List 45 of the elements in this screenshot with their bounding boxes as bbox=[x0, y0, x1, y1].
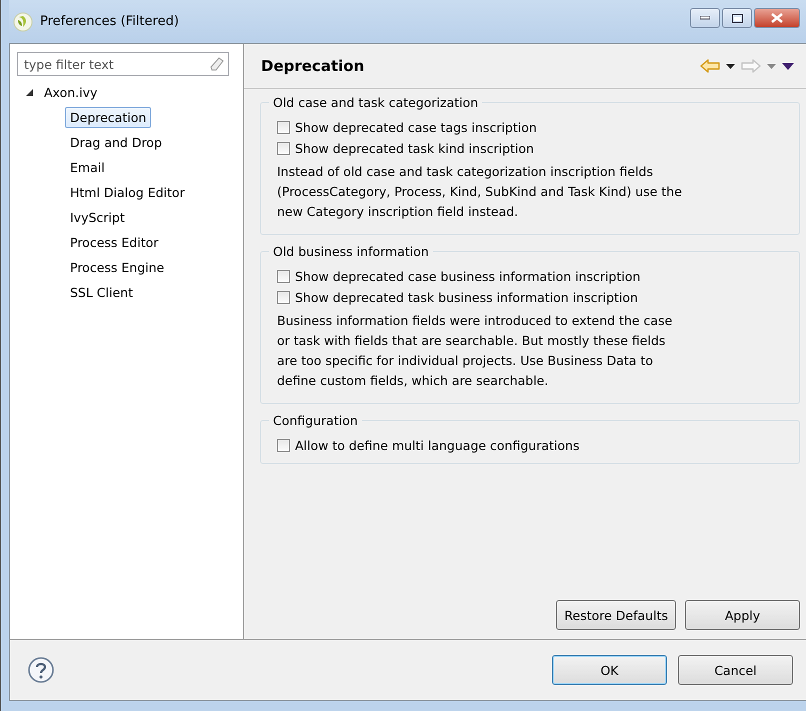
maximize-icon bbox=[732, 14, 742, 22]
caret-icon[interactable] bbox=[726, 64, 735, 68]
forward-arrow-icon[interactable] bbox=[741, 59, 761, 73]
tree-item[interactable]: Axon.ivy bbox=[39, 82, 102, 103]
description-text: Business information fields were introduced to extend the case or task with fields that are searchable. But mostly these fields are too specific for individual projects. Use Business Data to define custom fields, which are searchable. bbox=[277, 312, 674, 390]
group-title: Configuration bbox=[272, 413, 359, 428]
tree-item[interactable]: Drag and Drop bbox=[65, 132, 167, 153]
clear-icon[interactable] bbox=[210, 57, 224, 71]
help-icon[interactable] bbox=[28, 657, 54, 683]
app-icon bbox=[13, 12, 33, 32]
checkbox[interactable] bbox=[277, 439, 290, 452]
checkbox[interactable] bbox=[277, 291, 290, 304]
checkbox-label[interactable]: Show deprecated task business information inscription bbox=[295, 290, 638, 305]
expand-icon[interactable] bbox=[26, 89, 33, 96]
page-button[interactable]: Apply bbox=[685, 600, 800, 630]
close-button[interactable] bbox=[754, 8, 800, 28]
page-title: Deprecation bbox=[261, 57, 366, 75]
back-arrow-icon[interactable] bbox=[700, 59, 720, 73]
checkbox-label[interactable]: Show deprecated case tags inscription bbox=[295, 120, 537, 135]
window-title: Preferences (Filtered) bbox=[40, 14, 180, 29]
group-title: Old business information bbox=[272, 244, 430, 259]
tree-item[interactable]: Email bbox=[65, 157, 110, 178]
maximize-button[interactable] bbox=[722, 8, 752, 28]
close-icon bbox=[771, 13, 783, 23]
checkbox[interactable] bbox=[277, 270, 290, 283]
description-text: Instead of old case and task categorization inscription fields (ProcessCategory, Process, Kind, SubKind and Task Kind) use the new Category inscription field instead. bbox=[277, 163, 683, 221]
tree-item[interactable]: Process Editor bbox=[65, 232, 164, 253]
tree-item[interactable]: Deprecation bbox=[65, 107, 152, 128]
checkbox[interactable] bbox=[277, 142, 290, 155]
page-button[interactable]: Restore Defaults bbox=[556, 600, 676, 630]
tree-item[interactable]: Html Dialog Editor bbox=[65, 182, 190, 203]
minimize-button[interactable] bbox=[690, 8, 720, 28]
checkbox-label[interactable]: Show deprecated case business information inscription bbox=[295, 269, 640, 284]
menu-icon[interactable] bbox=[782, 62, 794, 70]
dialog-button[interactable]: OK bbox=[552, 655, 667, 685]
minimize-icon bbox=[700, 16, 710, 20]
group-title: Old case and task categorization bbox=[272, 95, 480, 110]
checkbox[interactable] bbox=[277, 121, 290, 134]
checkbox-label[interactable]: Allow to define multi language configurations bbox=[295, 438, 580, 453]
filter-field[interactable]: type filter text bbox=[17, 52, 229, 76]
tree-item[interactable]: IvyScript bbox=[65, 207, 130, 228]
checkbox-label[interactable]: Show deprecated task kind inscription bbox=[295, 141, 534, 156]
tree-item[interactable]: Process Engine bbox=[65, 257, 170, 278]
tree-item[interactable]: SSL Client bbox=[65, 282, 138, 303]
dialog-button[interactable]: Cancel bbox=[678, 655, 793, 685]
